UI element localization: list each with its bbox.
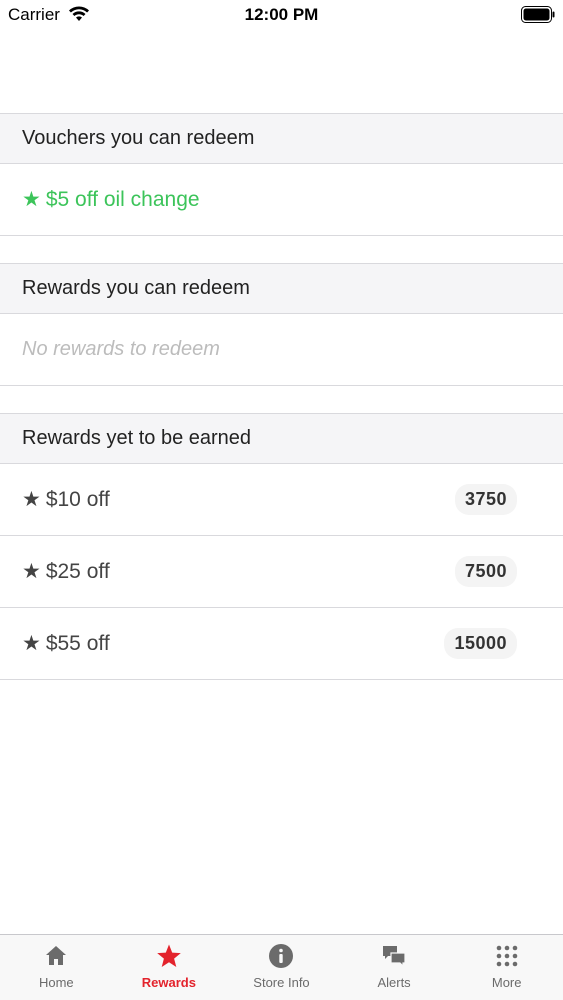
battery-icon — [521, 6, 555, 23]
reward-row[interactable]: ★ $25 off 7500 — [0, 536, 563, 608]
voucher-row[interactable]: ★ $5 off oil change — [0, 164, 563, 236]
section-header-rewards-redeem: Rewards you can redeem — [0, 263, 563, 314]
tab-bar: Home Rewards Store Info Alerts More — [0, 934, 563, 1000]
tab-label: Home — [38, 975, 74, 990]
chat-bubbles-icon — [383, 946, 406, 968]
clock: 12:00 PM — [244, 5, 319, 24]
star-icon: ★ — [22, 560, 41, 583]
tab-alerts[interactable]: Alerts — [338, 935, 451, 1000]
empty-rewards-row: No rewards to redeem — [0, 314, 563, 386]
empty-rewards-text: No rewards to redeem — [22, 338, 220, 360]
section-spacer — [0, 236, 563, 263]
voucher-label: ★ $5 off oil change — [22, 187, 200, 212]
section-header-vouchers: Vouchers you can redeem — [0, 113, 563, 164]
rewards-list: Vouchers you can redeem ★ $5 off oil cha… — [0, 113, 563, 680]
reward-row[interactable]: ★ $10 off 3750 — [0, 464, 563, 536]
reward-text: $25 off — [45, 559, 110, 583]
voucher-text: $5 off oil change — [45, 187, 200, 211]
tab-more[interactable]: More — [450, 935, 563, 1000]
star-icon: ★ — [22, 188, 41, 211]
reward-text: $10 off — [45, 487, 110, 511]
reward-label: ★ $10 off — [22, 487, 110, 512]
tab-rewards[interactable]: Rewards — [113, 935, 226, 1000]
points-badge: 15000 — [444, 628, 517, 659]
home-icon — [46, 946, 67, 965]
tab-home[interactable]: Home — [0, 935, 113, 1000]
reward-label: ★ $55 off — [22, 631, 110, 656]
tab-store-info[interactable]: Store Info — [225, 935, 338, 1000]
star-icon — [157, 944, 181, 967]
tab-label: Store Info — [253, 975, 310, 990]
info-icon — [269, 944, 294, 968]
reward-text: $55 off — [45, 631, 110, 655]
star-icon: ★ — [22, 488, 41, 511]
section-spacer — [0, 386, 563, 413]
reward-row[interactable]: ★ $55 off 15000 — [0, 608, 563, 680]
star-icon: ★ — [22, 632, 41, 655]
tab-label: More — [491, 975, 522, 990]
points-badge: 3750 — [454, 484, 517, 515]
reward-label: ★ $25 off — [22, 559, 110, 584]
section-header-rewards-earn: Rewards yet to be earned — [0, 413, 563, 464]
status-bar: Carrier 12:00 PM — [0, 0, 563, 30]
points-badge: 7500 — [454, 556, 517, 587]
grid-dots-icon — [496, 945, 517, 967]
tab-label: Alerts — [377, 975, 411, 990]
tab-label: Rewards — [141, 975, 196, 990]
